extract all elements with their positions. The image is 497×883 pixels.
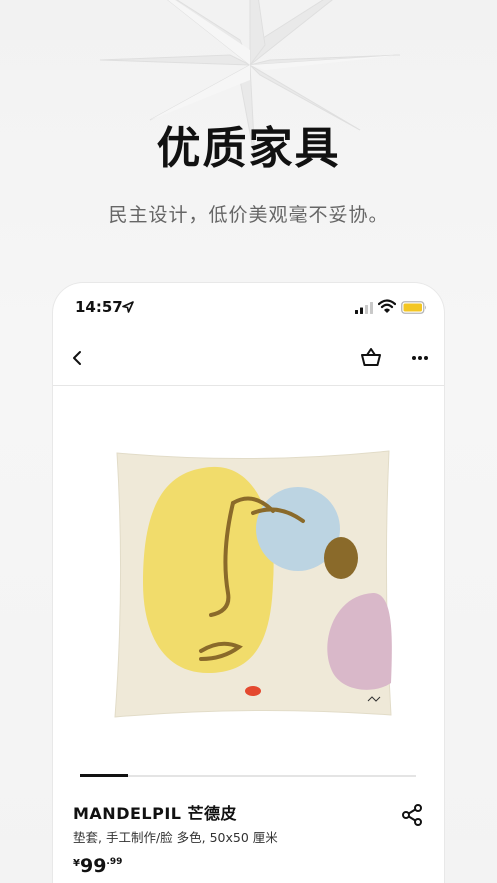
price-integer: 99 xyxy=(79,855,107,877)
product-name: MANDELPIL 芒德皮 xyxy=(73,804,238,823)
phone-frame: 14:57 MANDELPIL 芒德皮 垫套, 手工制作/脸 多色, 50x50… xyxy=(53,283,444,883)
carousel-active-segment xyxy=(80,774,128,777)
price-decimal: .99 xyxy=(106,857,123,867)
back-icon[interactable] xyxy=(70,349,84,367)
wifi-icon xyxy=(378,299,396,313)
status-time: 14:57 xyxy=(75,298,123,316)
more-icon[interactable] xyxy=(411,355,429,361)
battery-icon xyxy=(401,301,426,314)
promo-screen: 优质家具 民主设计，低价美观毫不妥协。 14:57 MANDELPIL 芒德皮 … xyxy=(0,0,497,883)
location-arrow-icon xyxy=(122,301,134,313)
promo-headline: 优质家具 xyxy=(156,123,341,174)
product-description: 垫套, 手工制作/脸 多色, 50x50 厘米 xyxy=(73,830,278,845)
status-bar: 14:57 xyxy=(53,283,444,333)
image-carousel-indicator[interactable] xyxy=(80,774,416,777)
product-price: ¥99.99 xyxy=(73,855,122,877)
product-nav-bar xyxy=(53,333,444,386)
signal-icon xyxy=(355,302,373,314)
product-image-cushion[interactable] xyxy=(103,433,403,733)
promo-subhead: 民主设计，低价美观毫不妥协。 xyxy=(108,204,389,226)
shopping-bag-icon[interactable] xyxy=(360,347,382,367)
share-icon[interactable] xyxy=(401,804,423,826)
price-currency: ¥ xyxy=(73,858,80,869)
